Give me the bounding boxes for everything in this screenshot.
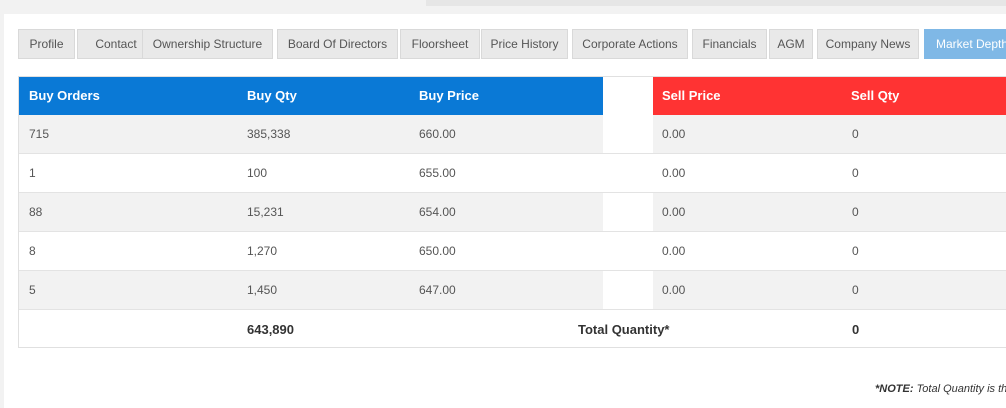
row-background-buy	[19, 232, 603, 271]
header-buy-price: Buy Price	[419, 88, 479, 103]
header-sell-qty: Sell Qty	[851, 88, 900, 103]
tab-corporate-actions[interactable]: Corporate Actions	[572, 29, 688, 59]
table-row: 88 15,231 654.00 0.00 0	[19, 193, 1006, 232]
tab-floorsheet[interactable]: Floorsheet	[400, 29, 480, 59]
cell-buy-qty: 385,338	[247, 127, 291, 141]
tab-ownership-structure[interactable]: Ownership Structure	[142, 29, 273, 59]
cell-sell-price: 0.00	[662, 244, 686, 258]
cell-buy-qty: 1,450	[247, 283, 278, 297]
total-quantity-label: Total Quantity*	[578, 322, 670, 337]
cell-buy-price: 654.00	[419, 205, 456, 219]
total-sell-qty: 0	[852, 322, 860, 337]
note-text: Total Quantity is th	[916, 383, 1006, 395]
row-background-sell	[653, 232, 1006, 271]
header-sell-price: Sell Price	[662, 88, 721, 103]
table-row: 8 1,270 650.00 0.00 0	[19, 232, 1006, 271]
cell-buy-price: 647.00	[419, 283, 456, 297]
buy-header: Buy Orders Buy Qty Buy Price	[19, 77, 603, 115]
tab-agm[interactable]: AGM	[769, 29, 813, 59]
tab-price-history[interactable]: Price History	[481, 29, 568, 59]
row-background-sell	[653, 271, 1006, 310]
cell-buy-price: 650.00	[419, 244, 456, 258]
table-row: 715 385,338 660.00 0.00 0	[19, 115, 1006, 154]
cell-buy-orders: 5	[29, 283, 36, 297]
cell-buy-orders: 715	[29, 127, 50, 141]
market-depth-table: Buy Orders Buy Qty Buy Price Sell Price …	[18, 76, 1006, 348]
cell-buy-qty: 1,270	[247, 244, 278, 258]
row-background-buy	[19, 154, 603, 193]
top-strip-bar	[426, 0, 1006, 6]
total-buy-qty: 643,890	[247, 322, 294, 337]
cell-sell-price: 0.00	[662, 283, 686, 297]
header-buy-orders: Buy Orders	[29, 88, 100, 103]
table-row: 1 100 655.00 0.00 0	[19, 154, 1006, 193]
cell-sell-qty: 0	[852, 283, 859, 297]
company-tabs: Profile Contact Ownership Structure Boar…	[18, 29, 1006, 59]
table-row: 5 1,450 647.00 0.00 0	[19, 271, 1006, 310]
cell-sell-price: 0.00	[662, 127, 686, 141]
tab-financials[interactable]: Financials	[692, 29, 767, 59]
note-prefix: *NOTE:	[875, 383, 914, 395]
row-background-buy	[19, 115, 603, 154]
cell-buy-price: 655.00	[419, 166, 456, 180]
row-background-sell	[653, 154, 1006, 193]
tab-company-news[interactable]: Company News	[817, 29, 919, 59]
cell-sell-qty: 0	[852, 166, 859, 180]
cell-sell-price: 0.00	[662, 205, 686, 219]
total-quantity-note: *NOTE: Total Quantity is th	[875, 383, 1006, 395]
row-background-sell	[653, 115, 1006, 154]
total-row: 643,890 Total Quantity* 0	[19, 310, 1006, 347]
cell-sell-qty: 0	[852, 127, 859, 141]
top-strip	[0, 0, 1006, 14]
tab-market-depth[interactable]: Market Depth	[924, 29, 1006, 59]
cell-buy-orders: 88	[29, 205, 43, 219]
row-background-sell	[653, 193, 1006, 232]
row-background-buy	[19, 193, 603, 232]
cell-buy-orders: 1	[29, 166, 36, 180]
cell-buy-qty: 15,231	[247, 205, 284, 219]
header-buy-qty: Buy Qty	[247, 88, 297, 103]
cell-sell-qty: 0	[852, 244, 859, 258]
cell-buy-qty: 100	[247, 166, 268, 180]
tab-profile[interactable]: Profile	[18, 29, 75, 59]
sell-header: Sell Price Sell Qty	[653, 77, 1006, 115]
row-background-buy	[19, 271, 603, 310]
cell-sell-price: 0.00	[662, 166, 686, 180]
cell-sell-qty: 0	[852, 205, 859, 219]
cell-buy-orders: 8	[29, 244, 36, 258]
cell-buy-price: 660.00	[419, 127, 456, 141]
tab-board-of-directors[interactable]: Board Of Directors	[277, 29, 398, 59]
